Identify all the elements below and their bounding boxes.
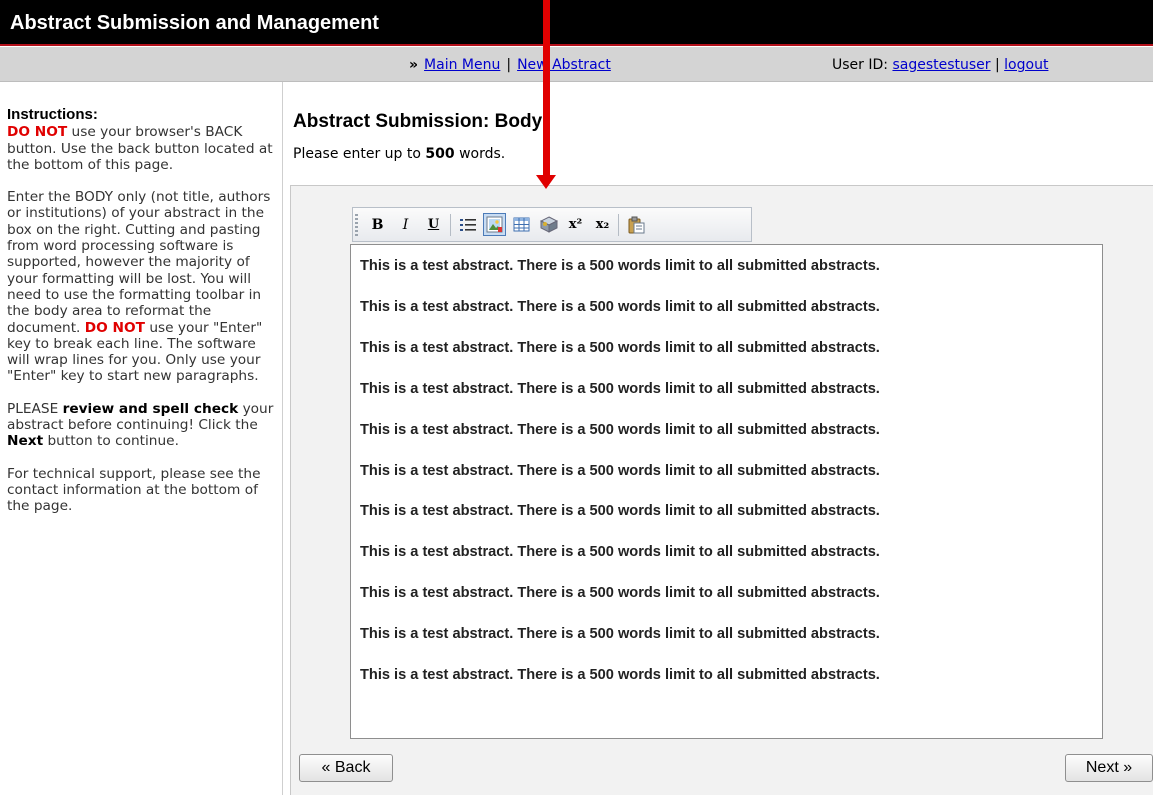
abstract-paragraph: This is a test abstract. There is a 500 …	[360, 339, 880, 356]
nav-links: » Main Menu | New Abstract	[409, 57, 611, 73]
app-title-bar: Abstract Submission and Management	[0, 0, 1153, 46]
instruction-text: Please enter up to	[293, 146, 426, 162]
abstract-paragraph: This is a test abstract. There is a 500 …	[360, 585, 880, 602]
abstract-body-editor[interactable]: This is a test abstract. There is a 500 …	[350, 244, 1103, 739]
main-menu-link[interactable]: Main Menu	[424, 57, 500, 73]
instruction-body-entry: Enter the BODY only (not title, authors …	[7, 189, 275, 385]
sidebar-divider	[282, 82, 283, 795]
nav-separator: |	[995, 57, 1000, 73]
app-title: Abstract Submission and Management	[10, 12, 379, 34]
abstract-paragraph: This is a test abstract. There is a 500 …	[360, 503, 880, 520]
user-id-label: User ID:	[832, 57, 888, 73]
bullet-list-icon[interactable]	[456, 213, 479, 236]
nav-bar: » Main Menu | New Abstract User ID: sageste…	[0, 47, 1153, 82]
paste-icon[interactable]	[624, 213, 647, 236]
next-button[interactable]: Next »	[1065, 754, 1153, 782]
user-id-link[interactable]: sagestestuser	[892, 57, 990, 73]
next-emphasis: Next	[7, 433, 44, 450]
instruction-spell-check: PLEASE review and spell check your abstr…	[7, 401, 275, 450]
word-limit-value: 500	[425, 146, 455, 162]
nav-prefix: »	[409, 57, 419, 73]
review-emphasis: review and spell check	[62, 400, 239, 417]
toolbar-separator	[450, 214, 451, 236]
abstract-paragraph: This is a test abstract. There is a 500 …	[360, 462, 880, 479]
underline-icon[interactable]: U	[422, 213, 445, 236]
toolbar-grip-icon[interactable]	[355, 214, 358, 236]
insert-image-icon[interactable]	[483, 213, 506, 236]
do-not-warning: DO NOT	[7, 124, 68, 141]
back-button[interactable]: « Back	[299, 754, 393, 782]
instructions-sidebar: Instructions: DO NOT use your browser's …	[7, 106, 275, 531]
table-icon[interactable]	[510, 213, 533, 236]
user-info: User ID: sagestestuser | logout	[832, 57, 1048, 73]
word-limit-instruction: Please enter up to 500 words.	[293, 146, 505, 162]
formatting-toolbar: B I U x² x₂	[352, 207, 752, 242]
instruction-back-warning: DO NOT use your browser's BACK button. U…	[7, 124, 275, 173]
instruction-text: Enter the BODY only (not title, authors …	[7, 189, 271, 336]
abstract-paragraph: This is a test abstract. There is a 500 …	[360, 380, 880, 397]
bold-icon[interactable]: B	[366, 213, 389, 236]
annotation-arrow-head-icon	[536, 175, 556, 189]
instruction-text: PLEASE	[7, 400, 63, 417]
abstract-paragraph: This is a test abstract. There is a 500 …	[360, 626, 880, 643]
abstract-paragraph: This is a test abstract. There is a 500 …	[360, 544, 880, 561]
abstract-paragraph: This is a test abstract. There is a 500 …	[360, 258, 880, 274]
abstract-paragraph: This is a test abstract. There is a 500 …	[360, 298, 880, 315]
nav-separator: |	[506, 57, 512, 73]
logout-link[interactable]: logout	[1004, 57, 1048, 73]
special-character-icon[interactable]	[537, 213, 560, 236]
instruction-text: button to continue.	[43, 433, 179, 450]
abstract-paragraph: This is a test abstract. There is a 500 …	[360, 421, 880, 438]
toolbar-separator	[618, 214, 619, 236]
instruction-text: words.	[454, 146, 506, 162]
annotation-arrow-shaft	[543, 0, 550, 176]
abstract-paragraph: This is a test abstract. There is a 500 …	[360, 667, 880, 683]
italic-icon[interactable]: I	[394, 213, 417, 236]
do-not-warning: DO NOT	[84, 319, 145, 336]
instructions-heading: Instructions:	[7, 106, 98, 123]
new-abstract-link[interactable]: New Abstract	[517, 57, 611, 73]
superscript-icon[interactable]: x²	[564, 213, 587, 236]
subscript-icon[interactable]: x₂	[591, 213, 614, 236]
instruction-support: For technical support, please see the co…	[7, 465, 261, 515]
page-title: Abstract Submission: Body	[293, 111, 543, 132]
